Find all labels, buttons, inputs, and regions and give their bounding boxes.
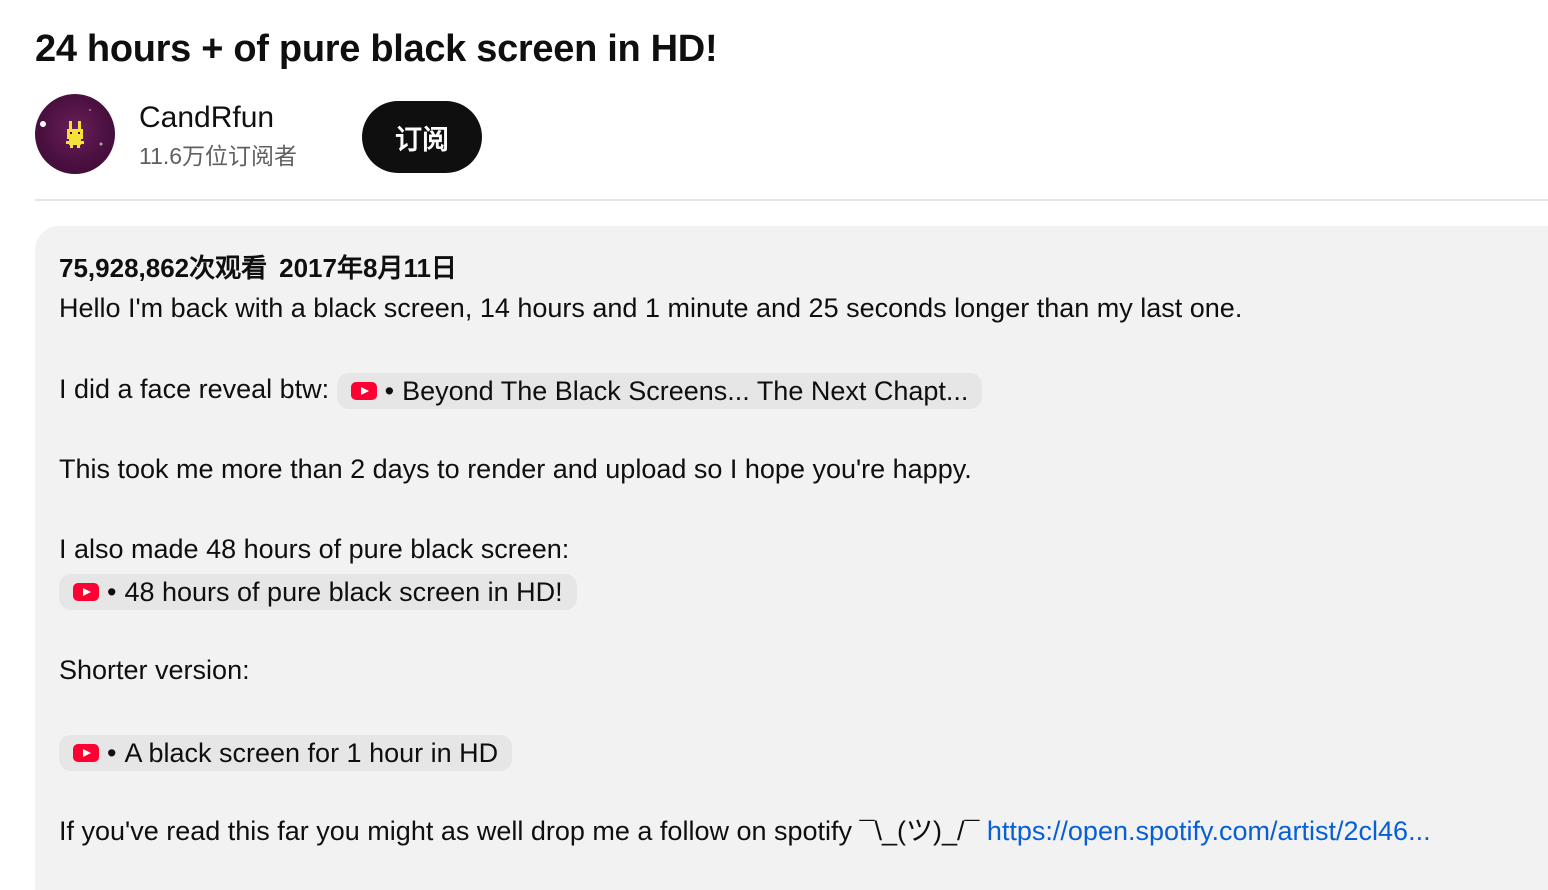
description-line: If you've read this far you might as wel… (59, 813, 1431, 849)
subscribe-button[interactable]: 订阅 (362, 101, 482, 173)
channel-owner-row: CandRfun 11.6万位订阅者 订阅 (35, 94, 1548, 174)
video-link-chip-48-hours[interactable]: • 48 hours of pure black screen in HD! (59, 573, 577, 610)
description-line: I did a face reveal btw: • Beyond The Bla… (59, 371, 983, 409)
chip-separator: • (107, 576, 117, 607)
view-count: 75,928,862次观看 (59, 253, 268, 283)
channel-name-link[interactable]: CandRfun (139, 100, 274, 136)
description-line: Hello I'm back with a black screen, 14 h… (59, 293, 1243, 323)
video-link-chip-1-hour[interactable]: • A black screen for 1 hour in HD (59, 734, 513, 771)
youtube-icon (73, 582, 99, 601)
youtube-icon (350, 381, 377, 400)
divider (35, 199, 1548, 201)
description-line: • A black screen for 1 hour in HD (59, 733, 513, 771)
video-link-chip-face-reveal[interactable]: • Beyond The Black Screens... The Next Ch… (336, 372, 983, 409)
description-line: Shorter version: (59, 655, 250, 685)
chip-separator: • (384, 375, 395, 406)
description-line: • 48 hours of pure black screen in HD! (59, 572, 577, 610)
subscriber-count: 11.6万位订阅者 (139, 143, 298, 169)
chip-label: 48 hours of pure black screen in HD! (124, 576, 563, 607)
description-meta: 75,928,862次观看 2017年8月11日 (59, 250, 457, 286)
description-line: This took me more than 2 days to render … (59, 454, 972, 484)
description-line: I also made 48 hours of pure black scree… (59, 534, 570, 564)
spotify-text: If you've read this far you might as wel… (59, 816, 987, 846)
youtube-icon (73, 743, 99, 762)
description-box[interactable]: 75,928,862次观看 2017年8月11日 Hello I'm back w… (35, 226, 1548, 890)
watch-page: 24 hours + of pure black screen in HD! C… (0, 0, 1548, 890)
upload-date: 2017年8月11日 (279, 253, 457, 283)
chip-label: A black screen for 1 hour in HD (124, 737, 499, 768)
video-title: 24 hours + of pure black screen in HD! (35, 28, 718, 70)
spotify-link[interactable]: https://open.spotify.com/artist/2cl46... (987, 816, 1431, 846)
face-reveal-text: I did a face reveal btw: (59, 374, 337, 404)
chip-label: Beyond The Black Screens... The Next Cha… (402, 375, 969, 406)
pixel-bunny-avatar-icon (40, 109, 103, 148)
chip-separator: • (107, 737, 117, 768)
channel-avatar[interactable] (35, 94, 115, 174)
